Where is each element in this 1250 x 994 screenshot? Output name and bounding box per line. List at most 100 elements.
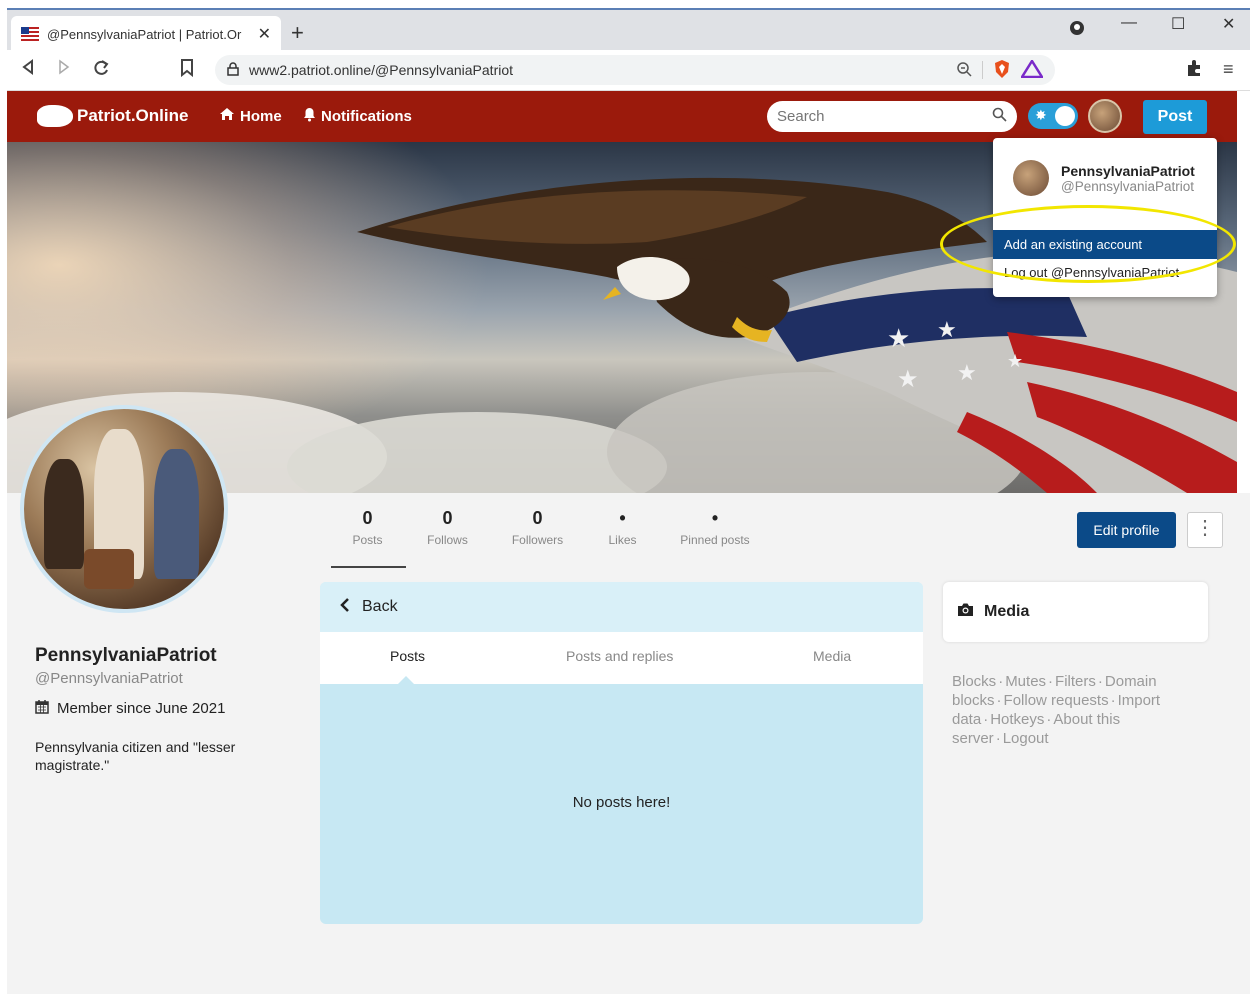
media-card[interactable]: Media [943, 582, 1208, 642]
member-since: Member since June 2021 [35, 699, 275, 718]
footer-link-filters[interactable]: Filters [1055, 673, 1096, 690]
svg-text:★: ★ [1007, 351, 1023, 371]
browser-toolbar: www2.patriot.online/@PennsylvaniaPatriot… [7, 50, 1250, 91]
back-nav-icon[interactable] [21, 59, 35, 80]
address-bar[interactable]: www2.patriot.online/@PennsylvaniaPatriot [215, 55, 1055, 85]
usa-map-logo-icon [37, 105, 73, 127]
flag-favicon-icon [21, 27, 39, 41]
timeline-panel: Back Posts Posts and replies Media No po… [320, 582, 923, 924]
footer-link-blocks[interactable]: Blocks [952, 673, 996, 690]
url-divider [982, 61, 983, 79]
back-label: Back [362, 598, 398, 615]
footer-link-logout[interactable]: Logout [1003, 730, 1049, 747]
lock-icon [227, 61, 239, 79]
dropdown-display-name: PennsylvaniaPatriot [1061, 162, 1195, 179]
extensions-icon[interactable] [1185, 59, 1203, 82]
close-window-icon[interactable]: ✕ [1222, 14, 1235, 34]
bookmark-icon[interactable] [180, 59, 194, 82]
profile-indicator-icon[interactable] [1069, 20, 1085, 41]
timeline-tabs: Posts Posts and replies Media [320, 632, 923, 684]
stat-value: 0 [442, 508, 453, 528]
more-options-icon[interactable]: ⋮ [1187, 512, 1223, 548]
profile-avatar[interactable] [20, 405, 228, 613]
search-box [767, 101, 1017, 132]
svg-text:★: ★ [937, 317, 957, 342]
footer-link-hotkeys[interactable]: Hotkeys [990, 711, 1044, 728]
footer-separator: · [1097, 673, 1103, 690]
profile-info: PennsylvaniaPatriot @PennsylvaniaPatriot… [35, 645, 275, 774]
bell-icon [303, 107, 316, 126]
home-icon [219, 107, 235, 125]
nav-notifications-link[interactable]: Notifications [303, 107, 412, 126]
stat-pinned-posts[interactable]: • Pinned posts [660, 508, 770, 547]
stat-value: 0 [532, 508, 543, 528]
close-tab-icon[interactable]: ✕ [258, 24, 271, 44]
browser-tab[interactable]: @PennsylvaniaPatriot | Patriot.Or ✕ [11, 16, 281, 52]
svg-text:★: ★ [957, 360, 977, 385]
profile-bio: Pennsylvania citizen and "lesser magistr… [35, 739, 236, 774]
search-icon[interactable] [992, 107, 1007, 127]
avatar-figure [154, 449, 199, 579]
toggle-knob [1055, 106, 1075, 126]
footer-separator: · [996, 692, 1002, 709]
account-avatar-button[interactable] [1088, 99, 1122, 133]
footer-separator: · [995, 730, 1001, 747]
stat-posts[interactable]: 0 Posts [330, 508, 405, 547]
tab-posts-and-replies[interactable]: Posts and replies [566, 648, 673, 664]
dropdown-account-header[interactable]: PennsylvaniaPatriot @PennsylvaniaPatriot [1013, 160, 1195, 196]
stat-value: 0 [362, 508, 373, 528]
brave-shield-icon[interactable] [993, 59, 1011, 82]
theme-toggle[interactable]: ✸ [1028, 103, 1078, 129]
app-navbar: Patriot.Online Home Notifications ✸ Post [7, 91, 1237, 142]
reload-icon[interactable] [92, 59, 110, 82]
active-tab-caret [398, 676, 414, 684]
footer-separator: · [1110, 692, 1116, 709]
new-tab-icon[interactable]: + [291, 20, 304, 46]
stat-label: Followers [511, 533, 564, 547]
svg-text:★: ★ [897, 366, 919, 393]
zoom-icon[interactable] [956, 61, 972, 80]
menu-icon[interactable]: ≡ [1223, 59, 1234, 80]
dropdown-avatar [1013, 160, 1049, 196]
stat-follows[interactable]: 0 Follows [405, 508, 490, 547]
footer-link-mutes[interactable]: Mutes [1005, 673, 1046, 690]
forward-nav-icon[interactable] [57, 59, 71, 80]
stat-value: • [711, 508, 719, 528]
footer-separator: · [998, 673, 1004, 690]
profile-display-name: PennsylvaniaPatriot [35, 645, 217, 666]
stat-label: Follows [427, 533, 468, 547]
back-button[interactable]: Back [320, 582, 923, 632]
avatar-figure [44, 459, 84, 569]
maximize-icon[interactable]: ☐ [1171, 14, 1185, 34]
stat-likes[interactable]: • Likes [585, 508, 660, 547]
empty-timeline-message: No posts here! [572, 794, 671, 811]
nav-home-link[interactable]: Home [219, 107, 282, 125]
stat-label: Pinned posts [680, 533, 750, 547]
url-text: www2.patriot.online/@PennsylvaniaPatriot [249, 62, 514, 78]
minimize-icon[interactable]: — [1121, 14, 1137, 32]
tab-posts[interactable]: Posts [390, 648, 425, 664]
footer-separator: · [983, 711, 989, 728]
brand-name: Patriot.Online [77, 106, 189, 125]
footer-link-follow-requests[interactable]: Follow requests [1004, 692, 1109, 709]
svg-text:★: ★ [887, 323, 910, 353]
sun-icon: ✸ [1035, 107, 1047, 123]
profile-handle: @PennsylvaniaPatriot [35, 670, 183, 687]
highlight-annotation-ring [940, 205, 1236, 283]
stat-followers[interactable]: 0 Followers [490, 508, 585, 547]
post-button[interactable]: Post [1143, 100, 1207, 134]
brave-rewards-icon[interactable] [1019, 58, 1045, 81]
tab-media[interactable]: Media [813, 648, 851, 664]
tab-title: @PennsylvaniaPatriot | Patriot.Or [47, 26, 242, 42]
camera-icon [957, 602, 974, 622]
chevron-left-icon [340, 597, 350, 617]
nav-notifications-label: Notifications [321, 108, 412, 125]
brand-logo-link[interactable]: Patriot.Online [37, 105, 188, 127]
edit-profile-button[interactable]: Edit profile [1077, 512, 1176, 548]
search-input[interactable] [777, 108, 992, 125]
avatar-drum [84, 549, 134, 589]
footer-links: Blocks · Mutes · Filters · Domain blocks · Follo… [952, 672, 1202, 748]
stat-label: Likes [608, 533, 637, 547]
active-stat-underline [331, 566, 406, 568]
footer-separator: · [1048, 673, 1054, 690]
